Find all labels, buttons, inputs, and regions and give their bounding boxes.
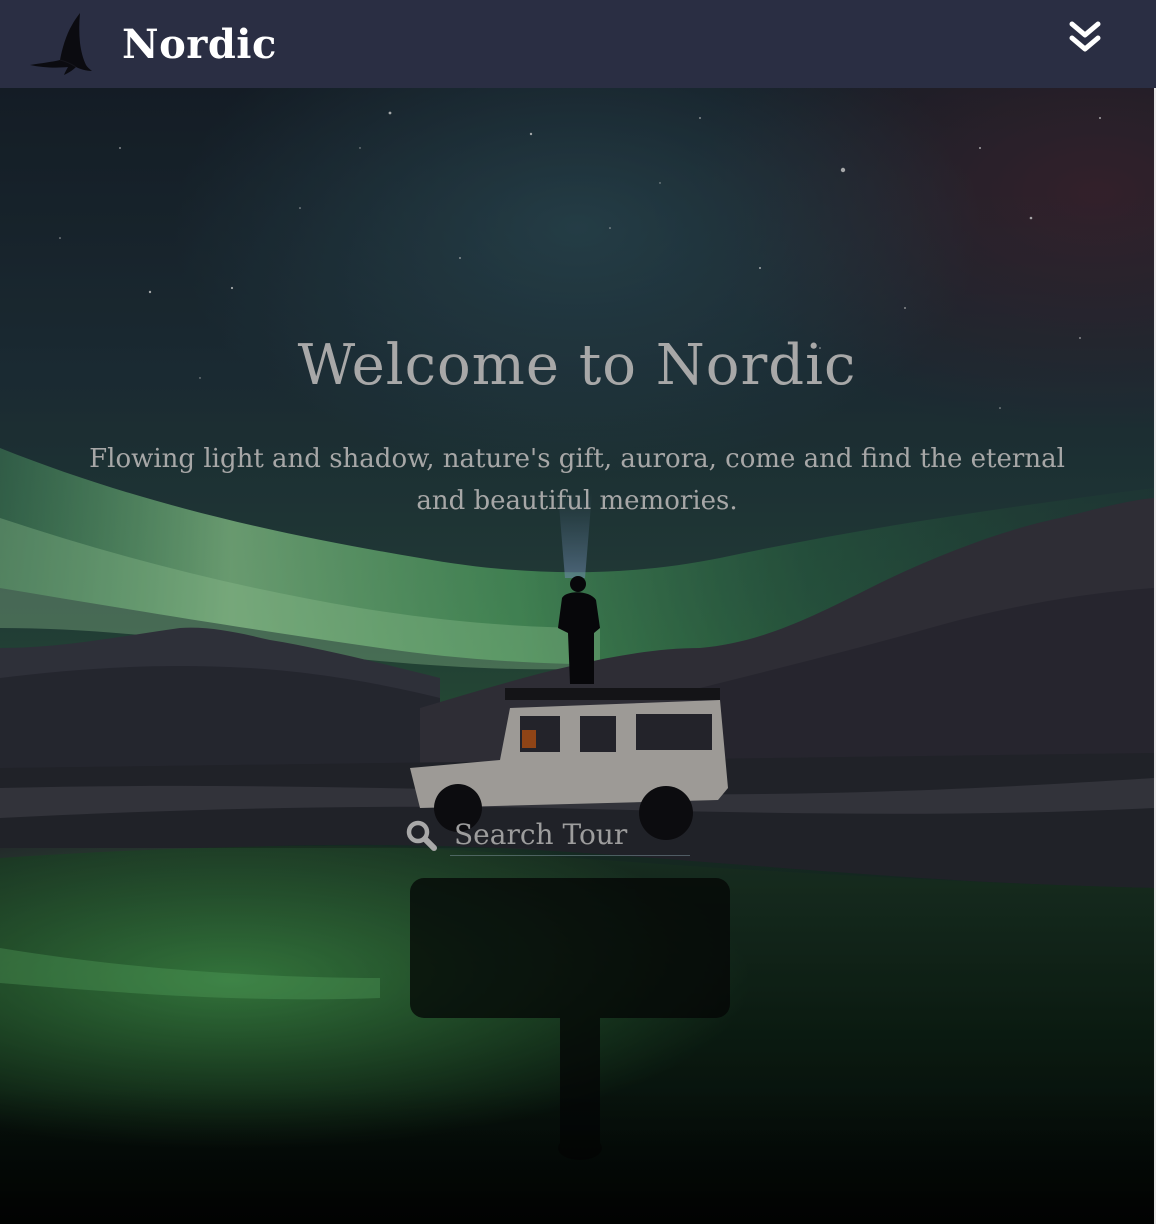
aurora-landscape-image: [0, 88, 1154, 1224]
search-icon[interactable]: [404, 818, 438, 852]
menu-toggle-button[interactable]: [1068, 20, 1102, 60]
double-chevron-down-icon: [1068, 20, 1102, 60]
top-navbar: Nordic: [0, 0, 1156, 88]
hero-section: Welcome to Nordic Flowing light and shad…: [0, 88, 1154, 1224]
hero-subtitle: Flowing light and shadow, nature's gift,…: [89, 444, 1065, 516]
page: Nordic Welcome to Nordic Flowing light a…: [0, 0, 1156, 1224]
bird-logo-icon: [28, 11, 94, 77]
hero-title: Welcome to Nordic: [297, 333, 857, 398]
tour-search: [404, 814, 704, 860]
brand-name: Nordic: [122, 20, 277, 68]
brand-link[interactable]: Nordic: [28, 8, 277, 80]
search-tour-input[interactable]: [450, 814, 690, 856]
